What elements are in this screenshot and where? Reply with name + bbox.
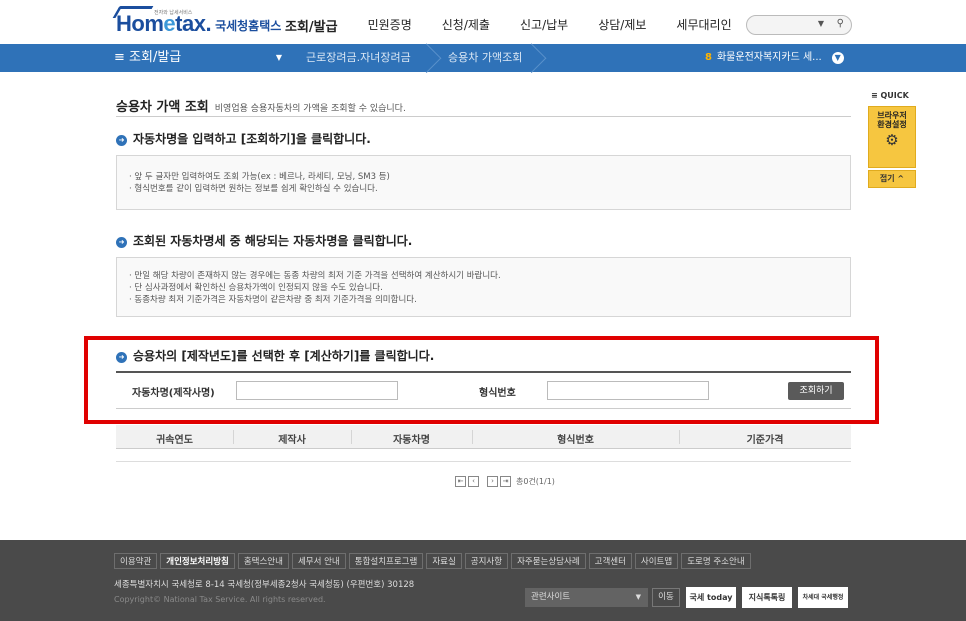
breadcrumb-separator xyxy=(421,44,435,72)
logo-korean-name: 국세청홈택스 xyxy=(215,19,282,33)
nav-report-pay[interactable]: 신고/납부 xyxy=(520,16,568,35)
quick-menu: ≡ QUICK 브라우저 환경설정 ⚙ 접기 ^ xyxy=(868,91,916,188)
location-bar: ≡ 조회/발급 ▼ 근로장려금.자녀장려금 승용차 가액조회 8 화물운전자복지카… xyxy=(0,44,966,72)
top-header: 전자와 납세서비스 Hometax. 국세청홈택스 조회/발급 민원증명 신청/… xyxy=(0,0,966,44)
result-table-header: 귀속연도 제작사 자동차명 형식번호 기준가격 xyxy=(116,425,851,449)
gear-icon: ⚙ xyxy=(885,131,899,149)
quick-title: ≡ QUICK xyxy=(871,91,909,100)
footer-link[interactable]: 자료실 xyxy=(426,553,462,569)
footer-link[interactable]: 도로명 주소안내 xyxy=(681,553,751,569)
info-line: · 동종차량 최저 기준가격은 자동차명이 같은차량 중 최저 기준가격을 의미… xyxy=(129,295,417,305)
top-search-input[interactable]: ▼ ⚲ xyxy=(746,15,852,35)
chevron-down-icon: ▼ xyxy=(635,593,641,601)
chevron-down-icon[interactable]: ▼ xyxy=(831,52,844,64)
quick-label: 브라우저 xyxy=(877,111,907,120)
column-header-type-number: 형식번호 xyxy=(557,435,594,446)
related-menu-select[interactable]: 8 화물운전자복지카드 세... ▼ xyxy=(705,44,844,72)
related-menu-text: 화물운전자복지카드 세... xyxy=(716,52,822,63)
column-header-maker: 제작사 xyxy=(278,435,306,446)
menu-section-label: ≡ 조회/발급 xyxy=(114,50,182,65)
pagination-count: 총0건(1/1) xyxy=(516,477,555,486)
table-bottom-rule xyxy=(116,461,851,462)
footer-link[interactable]: 세무서 안내 xyxy=(291,553,346,569)
footer-copyright: Copyright© National Tax Service. All rig… xyxy=(114,595,326,604)
logo-tagline: 전자와 납세서비스 xyxy=(154,10,193,16)
footer-link[interactable]: 공지사항 xyxy=(464,553,509,569)
nav-inquiry-issue[interactable]: 조회/발급 xyxy=(285,16,338,35)
last-page-icon[interactable]: ⇥ xyxy=(500,476,511,487)
info-line: · 형식번호를 같이 입력하면 원하는 정보를 쉽게 확인하실 수 있습니다. xyxy=(129,184,378,194)
next-page-icon[interactable]: › xyxy=(487,476,498,487)
nav-civil-cert[interactable]: 민원증명 xyxy=(368,16,412,35)
quick-fold-button[interactable]: 접기 ^ xyxy=(868,170,916,188)
nav-tax-agent[interactable]: 세무대리인 xyxy=(676,16,731,35)
chevron-down-icon: ▼ xyxy=(275,53,282,62)
footer-link-privacy[interactable]: 개인정보처리방침 xyxy=(160,553,235,569)
related-menu-number: 8 xyxy=(705,52,712,63)
footer-links: 이용약관 개인정보처리방침 홈택스안내 세무서 안내 통합설치프로그램 자료실 … xyxy=(114,553,754,569)
footer-link[interactable]: 통합설치프로그램 xyxy=(348,553,424,569)
pagination: ⇤ ‹ › ⇥ 총0건(1/1) xyxy=(455,476,555,487)
prev-page-icon[interactable]: ‹ xyxy=(468,476,479,487)
hometax-logo[interactable]: 전자와 납세서비스 Hometax. 국세청홈택스 xyxy=(112,6,282,37)
step-1-info-box: · 앞 두 글자만 입력하여도 조회 가능(ex : 베르나, 라세티, 모닝,… xyxy=(116,155,851,210)
column-header-car-name: 자동차명 xyxy=(393,435,430,446)
related-sites-label: 관련사이트 xyxy=(531,592,571,602)
footer-banner[interactable]: 차세대 국세행정 xyxy=(798,587,848,608)
footer-address: 세종특별자치시 국세청로 8-14 국세청(정부세종2청사 국세청동) (우편번… xyxy=(114,580,415,590)
page-title: 승용차 가액 조회 비영업용 승용자동차의 가액을 조회할 수 있습니다. xyxy=(116,100,406,115)
search-icon[interactable]: ⚲ xyxy=(837,18,844,29)
breadcrumb-item-incentive[interactable]: 근로장려금.자녀장려금 xyxy=(306,44,411,72)
highlight-box xyxy=(84,336,879,424)
column-header-base-price: 기준가격 xyxy=(746,435,784,446)
footer-link[interactable]: 고객센터 xyxy=(588,553,632,569)
info-line: · 앞 두 글자만 입력하여도 조회 가능(ex : 베르나, 라세티, 모닝,… xyxy=(129,172,390,182)
arrow-circle-icon: ➜ xyxy=(116,135,127,146)
footer: 이용약관 개인정보처리방침 홈택스안내 세무서 안내 통합설치프로그램 자료실 … xyxy=(0,540,966,621)
arrow-circle-icon: ➜ xyxy=(116,237,127,248)
info-line: · 단 심사과정에서 확인하신 승용차가액이 인정되지 않을 수도 있습니다. xyxy=(129,283,383,293)
footer-link[interactable]: 이용약관 xyxy=(114,553,158,569)
page-subtitle: 비영업용 승용자동차의 가액을 조회할 수 있습니다. xyxy=(214,104,406,114)
title-divider xyxy=(116,116,851,117)
first-page-icon[interactable]: ⇤ xyxy=(455,476,466,487)
menu-section-select[interactable]: ≡ 조회/발급 ▼ xyxy=(114,44,294,72)
step-1-heading: ➜ 자동차명을 입력하고 [조회하기]을 클릭합니다. xyxy=(116,130,371,147)
related-sites-select[interactable]: 관련사이트 ▼ xyxy=(525,588,648,607)
nav-apply-submit[interactable]: 신청/제출 xyxy=(442,16,490,35)
info-line: · 만일 해당 차량이 존재하지 않는 경우에는 동종 차량의 최저 기준 가격… xyxy=(129,271,501,281)
step-2-info-box: · 만일 해당 차량이 존재하지 않는 경우에는 동종 차량의 최저 기준 가격… xyxy=(116,257,851,317)
footer-banner[interactable]: 지식톡톡링 xyxy=(742,587,792,608)
move-button[interactable]: 이동 xyxy=(652,588,680,607)
footer-banner[interactable]: 국세 today xyxy=(686,587,736,608)
footer-link[interactable]: 자주묻는상담사례 xyxy=(511,553,586,569)
footer-link[interactable]: 사이트맵 xyxy=(634,553,679,569)
footer-link[interactable]: 홈택스안내 xyxy=(237,553,289,569)
step-2-heading: ➜ 조회된 자동차명세 중 해당되는 자동차명을 클릭합니다. xyxy=(116,232,412,249)
quick-label: 환경설정 xyxy=(877,120,907,129)
column-header-year: 귀속연도 xyxy=(156,435,193,446)
browser-settings-button[interactable]: 브라우저 환경설정 ⚙ xyxy=(868,106,916,168)
breadcrumb-item-car-value[interactable]: 승용차 가액조회 xyxy=(448,44,522,72)
breadcrumb-separator xyxy=(526,44,540,72)
nav-consult[interactable]: 상담/제보 xyxy=(598,16,646,35)
logo-roof-icon xyxy=(112,6,154,18)
chevron-down-icon[interactable]: ▼ xyxy=(818,19,824,28)
global-nav: 조회/발급 민원증명 신청/제출 신고/납부 상담/제보 세무대리인 xyxy=(285,16,762,35)
